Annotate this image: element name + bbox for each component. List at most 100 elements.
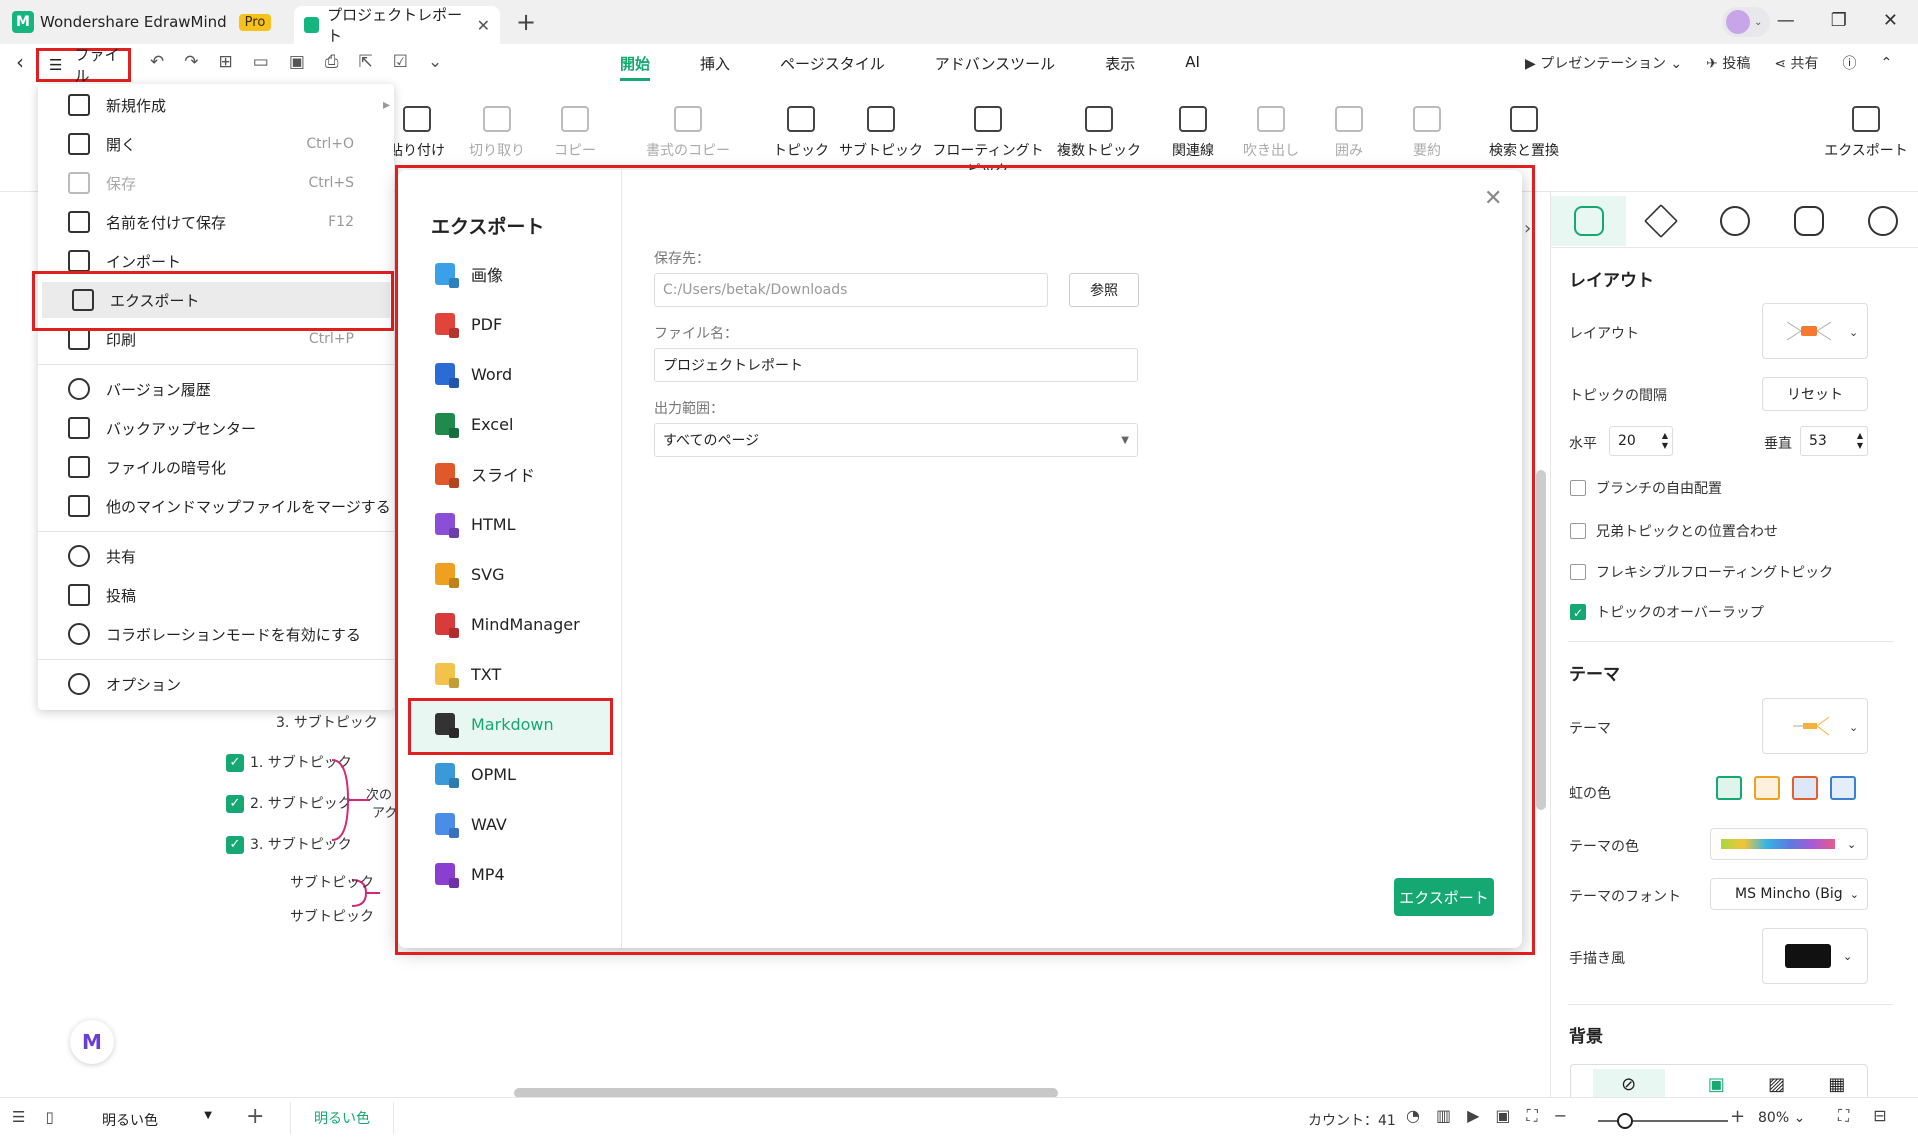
outline-icon[interactable]: ☰ — [12, 1108, 25, 1126]
theme-selector[interactable]: ⌄ — [1762, 698, 1868, 754]
menu-item-save-as[interactable]: 名前を付けて保存 F12 — [38, 204, 394, 240]
new-icon[interactable]: ⊞ — [219, 52, 233, 72]
checkbox-align-siblings[interactable]: 兄弟トピックとの位置合わせ — [1570, 521, 1778, 541]
menu-item-merge[interactable]: 他のマインドマップファイルをマージする — [38, 488, 394, 524]
browse-button[interactable]: 参照 — [1069, 273, 1139, 307]
tab-ai[interactable]: AI — [1185, 53, 1200, 81]
filename-field[interactable]: プロジェクトレポート — [654, 348, 1138, 382]
image-background-icon[interactable]: ▦ — [1828, 1074, 1845, 1095]
menu-item-encrypt[interactable]: ファイルの暗号化 — [38, 449, 394, 485]
close-window-icon[interactable]: ✕ — [1883, 10, 1898, 31]
spinner-arrows-icon[interactable]: ▲ ▼ — [1662, 431, 1668, 451]
menu-item-collaboration[interactable]: コラボレーションモードを有効にする — [38, 616, 394, 652]
export-button[interactable]: エクスポート — [1394, 878, 1494, 916]
badge-icon[interactable] — [1794, 206, 1824, 236]
book-icon[interactable]: ▥ — [1436, 1106, 1451, 1126]
back-arrow-icon[interactable]: ‹ — [16, 50, 24, 74]
rainbow-option[interactable] — [1754, 776, 1780, 800]
menu-item-save[interactable]: 保存 Ctrl+S — [38, 165, 394, 201]
callout-button[interactable]: 吹き出し — [1226, 106, 1316, 160]
format-item-html[interactable]: HTML — [435, 505, 516, 543]
menu-item-backup-center[interactable]: バックアップセンター — [38, 410, 394, 446]
format-item-スライド[interactable]: スライド — [435, 455, 535, 493]
tab-page-style[interactable]: ページスタイル — [780, 53, 885, 81]
copy-button[interactable]: コピー — [530, 106, 620, 160]
print-icon[interactable]: ⎙ — [325, 52, 339, 72]
menu-item-open[interactable]: 開く Ctrl+O — [38, 126, 394, 162]
format-item-opml[interactable]: OPML — [435, 755, 516, 793]
horizontal-spinner[interactable]: 20 ▲ ▼ — [1609, 426, 1673, 456]
format-item-svg[interactable]: SVG — [435, 555, 505, 593]
no-background-icon[interactable]: ⊘ — [1592, 1069, 1665, 1099]
emoji-icon[interactable] — [1720, 206, 1750, 236]
add-page-button[interactable]: + — [246, 1104, 264, 1129]
vertical-spinner[interactable]: 53 ▲ ▼ — [1800, 426, 1868, 456]
collapse-ribbon-icon[interactable]: ⌃ — [1881, 55, 1893, 71]
zoom-out-icon[interactable]: − — [1554, 1106, 1567, 1126]
zoom-level[interactable]: 80% ⌄ — [1758, 1110, 1805, 1126]
undo-icon[interactable]: ↶ — [150, 52, 164, 72]
tab-home[interactable]: 開始 — [620, 53, 651, 81]
multi-topic-button[interactable]: 複数トピック — [1054, 106, 1144, 160]
post-button[interactable]: ✈ 投稿 — [1706, 53, 1750, 73]
customize-icon[interactable]: ⌄ — [428, 52, 442, 72]
help-icon[interactable]: ⓘ — [1843, 53, 1857, 73]
new-tab-button[interactable]: + — [516, 8, 536, 36]
format-item-pdf[interactable]: PDF — [435, 305, 502, 343]
summary-button[interactable]: 要約 — [1382, 106, 1472, 160]
save-icon[interactable]: ▣ — [289, 52, 305, 72]
reset-button[interactable]: リセット — [1762, 377, 1868, 411]
page-tab[interactable]: 明るい色 — [290, 1102, 394, 1134]
file-menu-button[interactable]: ☰ ファイル — [36, 46, 131, 85]
subtopic-button[interactable]: サブトピック — [836, 106, 926, 160]
presentation-button[interactable]: ▶ プレゼンテーション ⌄ — [1525, 53, 1682, 73]
panel-collapse-icon[interactable]: › — [1524, 218, 1531, 239]
document-tab[interactable]: プロジェクトレポート ✕ — [294, 6, 500, 45]
checkbox-topic-overlap[interactable]: ✓ トピックのオーバーラップ — [1570, 602, 1764, 622]
redo-icon[interactable]: ↷ — [184, 52, 198, 72]
menu-item-post[interactable]: 投稿 — [38, 577, 394, 613]
hand-drawn-select[interactable]: ⌄ — [1762, 928, 1868, 984]
boundary-button[interactable]: 囲み — [1304, 106, 1394, 160]
avatar[interactable]: ⌄ — [1722, 7, 1770, 37]
format-painter-button[interactable]: 書式のコピー — [638, 106, 738, 160]
format-item-wav[interactable]: WAV — [435, 805, 507, 843]
checkbox-free-branch[interactable]: ブランチの自由配置 — [1570, 478, 1722, 498]
range-select[interactable]: すべてのページ ▼ — [654, 423, 1138, 457]
collapse-panel-icon[interactable]: ⊟ — [1873, 1106, 1886, 1126]
page-view-icon[interactable]: ▯ — [45, 1108, 53, 1126]
zoom-slider-handle[interactable] — [1617, 1113, 1633, 1129]
ribbon-export-button[interactable]: エクスポート — [1818, 106, 1914, 160]
cut-button[interactable]: 切り取り — [452, 106, 542, 160]
close-tab-icon[interactable]: ✕ — [477, 16, 490, 35]
theme-font-select[interactable]: MS Mincho (Big ⌄ — [1710, 878, 1868, 910]
pie-icon[interactable]: ◔ — [1406, 1106, 1420, 1126]
close-dialog-icon[interactable]: ✕ — [1484, 186, 1502, 211]
save-path-field[interactable]: C:/Users/betak/Downloads — [654, 273, 1048, 307]
menu-item-share[interactable]: 共有 — [38, 538, 394, 574]
clock-icon[interactable] — [1868, 206, 1898, 236]
vertical-scrollbar[interactable] — [1536, 470, 1546, 810]
menu-item-options[interactable]: オプション — [38, 666, 394, 702]
format-item-txt[interactable]: TXT — [435, 655, 501, 693]
tab-insert[interactable]: 挿入 — [700, 53, 730, 81]
fullscreen-icon[interactable]: ⛶ — [1838, 1106, 1849, 1126]
restore-icon[interactable]: ❐ — [1831, 10, 1847, 31]
theme-color-select[interactable]: ⌄ — [1710, 828, 1868, 860]
format-item-画像[interactable]: 画像 — [435, 255, 503, 293]
format-item-markdown[interactable]: Markdown — [435, 705, 554, 743]
zoom-in-icon[interactable]: + — [1730, 1106, 1745, 1127]
spinner-arrows-icon[interactable]: ▲ ▼ — [1857, 431, 1863, 451]
tab-view[interactable]: 表示 — [1105, 53, 1135, 81]
canvas-subtopic[interactable]: 3. サブトピック — [276, 712, 378, 732]
color-background-icon[interactable]: ▣ — [1708, 1074, 1725, 1095]
tab-advanced-tools[interactable]: アドバンスツール — [935, 53, 1055, 81]
format-item-excel[interactable]: Excel — [435, 405, 513, 443]
relationship-button[interactable]: 関連線 — [1148, 106, 1238, 160]
canvas-subtopic[interactable]: サブトピック — [290, 906, 374, 926]
find-replace-button[interactable]: 検索と置換 — [1474, 106, 1574, 160]
rainbow-option[interactable] — [1792, 776, 1818, 800]
page-theme-select[interactable]: 明るい色 ▼ — [102, 1110, 212, 1130]
fit-page-icon[interactable]: ▣ — [1495, 1106, 1510, 1126]
format-item-mp4[interactable]: MP4 — [435, 855, 505, 893]
